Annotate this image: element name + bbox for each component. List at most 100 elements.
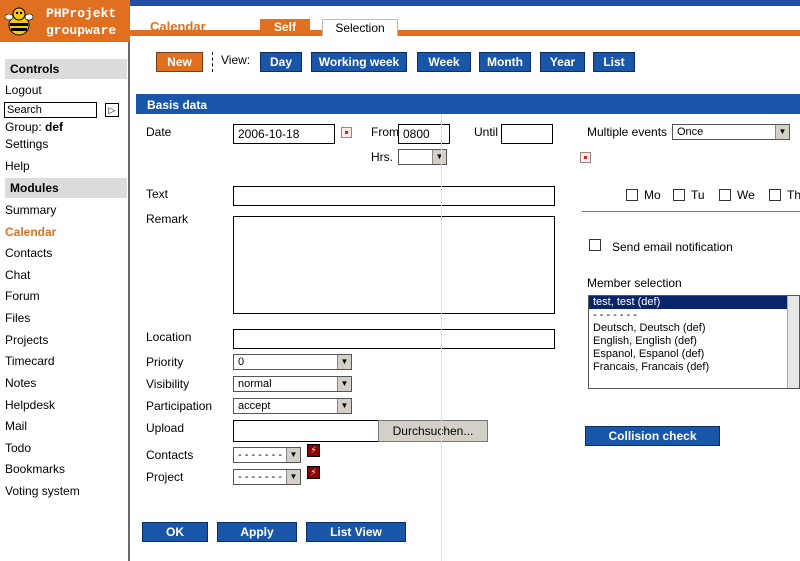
- form-area: Date 2006-10-18 From 0800 Until Hrs. ▼ T…: [136, 114, 800, 561]
- weekday-tu-label: Tu: [691, 188, 705, 202]
- hrs-label: Hrs.: [371, 150, 393, 164]
- view-list-button[interactable]: List: [593, 52, 635, 72]
- remark-textarea[interactable]: [233, 216, 555, 314]
- sidebar-item-projects[interactable]: Projects: [5, 333, 48, 347]
- priority-label: Priority: [146, 355, 184, 369]
- contacts-select[interactable]: - - - - - - - ▼: [233, 447, 301, 463]
- browse-button[interactable]: Durchsuchen...: [378, 420, 488, 442]
- sidebar-item-bookmarks[interactable]: Bookmarks: [5, 462, 65, 476]
- project-label: Project: [146, 470, 184, 484]
- member-option[interactable]: test, test (def): [589, 296, 799, 309]
- weekday-th-checkbox[interactable]: [769, 189, 781, 201]
- until-label: Until: [474, 125, 499, 139]
- sidebar-item-files[interactable]: Files: [5, 311, 30, 325]
- ok-button[interactable]: OK: [142, 522, 208, 542]
- new-button[interactable]: New: [156, 52, 203, 72]
- text-field[interactable]: [233, 186, 555, 206]
- toolbar-separator: [212, 52, 213, 72]
- hrs-select[interactable]: ▼: [398, 149, 447, 165]
- view-day-button[interactable]: Day: [260, 52, 302, 72]
- view-month-button[interactable]: Month: [479, 52, 531, 72]
- view-working-week-button[interactable]: Working week: [311, 52, 407, 72]
- member-option[interactable]: Francais, Francais (def): [589, 361, 799, 374]
- sidebar-item-timecard[interactable]: Timecard: [5, 354, 55, 368]
- toolbar: New View: Day Working week Week Month Ye…: [130, 42, 800, 94]
- listbox-scrollbar[interactable]: [787, 296, 799, 388]
- location-field[interactable]: [233, 329, 555, 349]
- logo-title: PHProjekt: [46, 6, 117, 21]
- upload-field[interactable]: [233, 420, 379, 442]
- visibility-select[interactable]: normal ▼: [233, 376, 352, 392]
- weekday-we-checkbox[interactable]: [719, 189, 731, 201]
- member-listbox[interactable]: test, test (def) - - - - - - - Deutsch, …: [588, 295, 800, 389]
- column-divider: [441, 114, 442, 561]
- help-link[interactable]: Help: [5, 159, 30, 173]
- tab-self[interactable]: Self: [260, 19, 310, 36]
- divider: [582, 211, 800, 212]
- from-label: From: [371, 125, 399, 139]
- sidebar: Controls Logout Search ▷ Group: def Sett…: [0, 42, 130, 561]
- collision-check-button[interactable]: Collision check: [585, 426, 720, 446]
- search-input[interactable]: Search: [4, 102, 97, 118]
- date-picker-icon[interactable]: [580, 152, 591, 163]
- chevron-down-icon: ▼: [286, 448, 300, 462]
- participation-select[interactable]: accept ▼: [233, 398, 352, 414]
- multiple-events-select[interactable]: Once ▼: [672, 124, 790, 140]
- sidebar-item-voting-system[interactable]: Voting system: [5, 484, 80, 498]
- sidebar-item-helpdesk[interactable]: Helpdesk: [5, 398, 55, 412]
- date-label: Date: [146, 125, 172, 139]
- multiple-events-value: Once: [677, 126, 704, 138]
- settings-link[interactable]: Settings: [5, 137, 48, 151]
- project-link-icon[interactable]: ⚡: [307, 466, 320, 479]
- until-field[interactable]: [501, 124, 553, 144]
- view-year-button[interactable]: Year: [540, 52, 585, 72]
- send-email-checkbox[interactable]: [589, 239, 601, 251]
- chevron-down-icon: ▼: [432, 150, 446, 164]
- apply-button[interactable]: Apply: [217, 522, 297, 542]
- app-logo[interactable]: PHProjekt groupware: [0, 0, 130, 42]
- sidebar-item-mail[interactable]: Mail: [5, 419, 27, 433]
- project-select[interactable]: - - - - - - - ▼: [233, 469, 301, 485]
- sidebar-item-summary[interactable]: Summary: [5, 203, 56, 217]
- view-week-button[interactable]: Week: [417, 52, 471, 72]
- chevron-down-icon: ▼: [337, 377, 351, 391]
- group-label: Group:: [5, 120, 42, 134]
- search-go-icon[interactable]: ▷: [105, 103, 119, 117]
- sidebar-item-contacts[interactable]: Contacts: [5, 246, 52, 260]
- module-title: Calendar: [150, 19, 206, 34]
- contacts-link-icon[interactable]: ⚡: [307, 444, 320, 457]
- member-option[interactable]: English, English (def): [589, 335, 799, 348]
- list-view-button[interactable]: List View: [306, 522, 406, 542]
- visibility-label: Visibility: [146, 377, 190, 391]
- contacts-value: - - - - - - -: [238, 449, 282, 461]
- sidebar-item-forum[interactable]: Forum: [5, 289, 40, 303]
- date-field[interactable]: 2006-10-18: [233, 124, 335, 144]
- priority-select[interactable]: 0 ▼: [233, 354, 352, 370]
- chevron-down-icon: ▼: [775, 125, 789, 139]
- logout-link[interactable]: Logout: [5, 83, 42, 97]
- logo-subtitle: groupware: [46, 23, 117, 38]
- tab-bar: Calendar Self Selection: [130, 6, 800, 36]
- tab-selection[interactable]: Selection: [322, 19, 398, 36]
- member-option[interactable]: - - - - - - -: [589, 309, 799, 322]
- weekday-mo-checkbox[interactable]: [626, 189, 638, 201]
- from-field[interactable]: 0800: [398, 124, 450, 144]
- sidebar-item-calendar[interactable]: Calendar: [5, 225, 56, 239]
- remark-label: Remark: [146, 212, 189, 226]
- section-title: Basis data: [136, 98, 800, 114]
- text-label: Text: [146, 187, 169, 201]
- multiple-events-label: Multiple events: [587, 125, 668, 139]
- sidebar-item-notes[interactable]: Notes: [5, 376, 36, 390]
- chevron-down-icon: ▼: [337, 399, 351, 413]
- contacts-label: Contacts: [146, 448, 194, 462]
- weekday-tu-checkbox[interactable]: [673, 189, 685, 201]
- date-picker-icon[interactable]: [341, 127, 352, 138]
- sidebar-item-todo[interactable]: Todo: [5, 441, 31, 455]
- participation-value: accept: [238, 400, 271, 412]
- sidebar-item-chat[interactable]: Chat: [5, 268, 30, 282]
- priority-value: 0: [238, 356, 245, 368]
- member-option[interactable]: Espanol, Espanol (def): [589, 348, 799, 361]
- controls-heading: Controls: [5, 59, 127, 79]
- weekday-mo-label: Mo: [644, 188, 661, 202]
- member-option[interactable]: Deutsch, Deutsch (def): [589, 322, 799, 335]
